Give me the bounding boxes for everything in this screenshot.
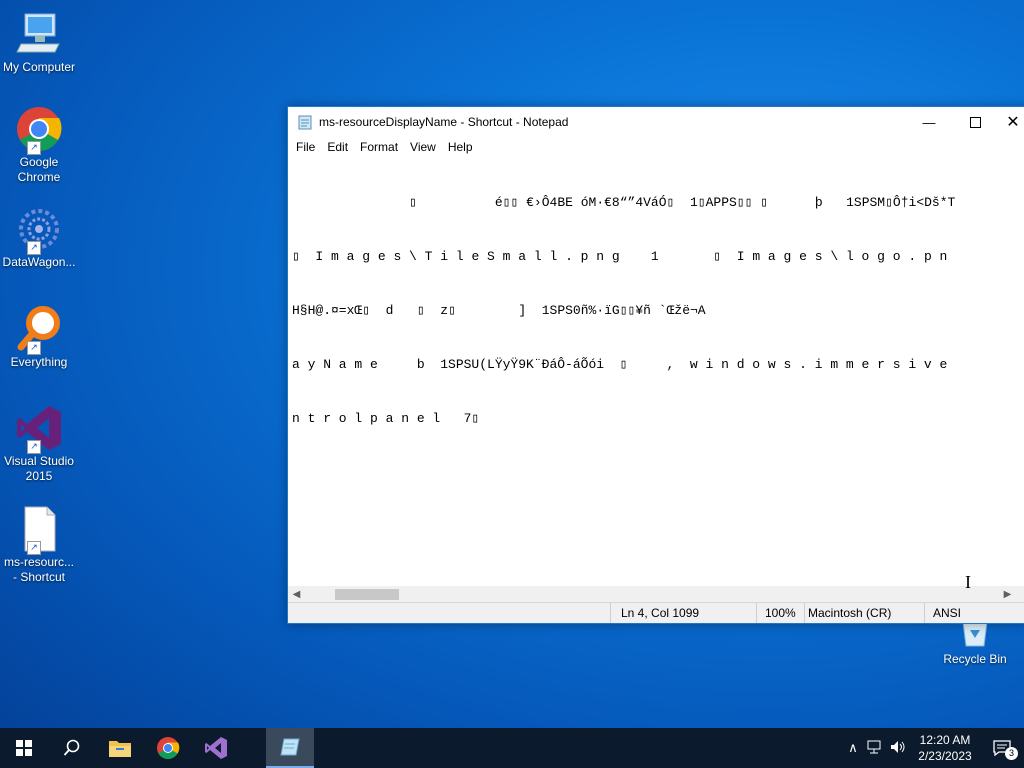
datawagon-icon: ↗ — [15, 205, 63, 255]
window-title: ms-resourceDisplayName - Shortcut - Note… — [319, 115, 569, 129]
scroll-left-icon[interactable]: ◀ — [288, 589, 305, 600]
chrome-icon — [157, 737, 180, 759]
action-center-button[interactable]: 3 — [980, 728, 1024, 768]
clock-date: 2/23/2023 — [918, 749, 972, 763]
shortcut-arrow-icon: ↗ — [27, 141, 41, 155]
desktop-icon-datawagon[interactable]: ↗ DataWagon... — [2, 205, 76, 270]
search-icon — [63, 739, 80, 756]
editor-line: ▯ I m a g e s \ T i l e S m a l l . p n … — [292, 249, 948, 264]
desktop-icon-visual-studio[interactable]: ↗ Visual Studio 2015 — [2, 404, 76, 484]
scroll-thumb[interactable] — [335, 589, 399, 600]
desktop-icon-ms-resource-shortcut[interactable]: ↗ ms-resourc... - Shortcut — [2, 505, 76, 585]
shortcut-arrow-icon: ↗ — [27, 241, 41, 255]
file-shortcut-icon: ↗ — [15, 505, 63, 555]
taskbar-chrome[interactable] — [144, 728, 192, 768]
status-zoom: 100% — [756, 603, 804, 623]
visual-studio-icon — [205, 737, 227, 759]
shortcut-arrow-icon: ↗ — [27, 440, 41, 454]
taskbar: ∧ 12:20 AM 2/23/2023 3 — [0, 728, 1024, 768]
mouse-ibeam-cursor: I — [965, 572, 971, 592]
text-editor[interactable]: ▯ é▯▯ €›Ô4BE óM·€8“”4VáÓ▯ 1▯APPS▯▯ ▯ þ 1… — [288, 157, 1024, 585]
desktop-icon-recycle-bin[interactable]: Recycle Bin — [940, 621, 1010, 666]
desktop-icon-everything[interactable]: ↗ Everything — [2, 305, 76, 370]
menu-view[interactable]: View — [404, 140, 442, 154]
shortcut-arrow-icon: ↗ — [27, 541, 41, 555]
taskbar-notepad[interactable] — [266, 728, 314, 768]
status-encoding: ANSI — [924, 603, 1024, 623]
editor-line: ▯ é▯▯ €›Ô4BE óM·€8“”4VáÓ▯ 1▯APPS▯▯ ▯ þ 1… — [292, 195, 956, 210]
maximize-button[interactable] — [952, 107, 998, 137]
everything-search-icon: ↗ — [15, 305, 63, 355]
clock-time: 12:20 AM — [919, 733, 971, 747]
network-icon[interactable] — [864, 740, 886, 757]
search-button[interactable] — [48, 728, 96, 768]
notepad-icon — [280, 738, 300, 756]
windows-logo-icon — [16, 740, 32, 756]
computer-icon — [15, 10, 63, 58]
menu-help[interactable]: Help — [442, 140, 479, 154]
title-bar[interactable]: ms-resourceDisplayName - Shortcut - Note… — [288, 107, 1024, 137]
desktop-icon-label: Everything — [10, 355, 68, 369]
maximize-icon — [969, 116, 981, 128]
status-line-ending: Macintosh (CR) — [804, 603, 924, 623]
desktop-icon-label: Visual Studio 2015 — [4, 454, 74, 483]
desktop-icon-label: DataWagon... — [2, 255, 76, 269]
desktop-icon-my-computer[interactable]: My Computer — [2, 10, 76, 75]
menu-format[interactable]: Format — [354, 140, 404, 154]
close-icon: ✕ — [1006, 114, 1020, 131]
shortcut-arrow-icon: ↗ — [27, 341, 41, 355]
visual-studio-icon: ↗ — [15, 404, 63, 454]
scroll-track[interactable] — [305, 586, 999, 603]
menu-bar: File Edit Format View Help — [288, 137, 1024, 157]
volume-icon[interactable] — [886, 740, 910, 757]
notepad-icon — [297, 114, 313, 130]
notepad-window[interactable]: ms-resourceDisplayName - Shortcut - Note… — [287, 106, 1024, 624]
clock[interactable]: 12:20 AM 2/23/2023 — [910, 732, 980, 764]
status-bar: Ln 4, Col 1099 100% Macintosh (CR) ANSI — [288, 602, 1024, 623]
notification-count-badge: 3 — [1005, 747, 1018, 760]
taskbar-visual-studio[interactable] — [192, 728, 240, 768]
status-position: Ln 4, Col 1099 — [610, 603, 756, 623]
minimize-icon: — — [922, 114, 936, 130]
start-button[interactable] — [0, 728, 48, 768]
chrome-icon: ↗ — [15, 105, 63, 155]
minimize-button[interactable]: — — [906, 107, 952, 137]
desktop-icon-label: My Computer — [2, 60, 76, 74]
recycle-bin-label: Recycle Bin — [943, 652, 1007, 666]
scroll-right-icon[interactable]: ▶ — [999, 589, 1016, 600]
desktop-icon-google-chrome[interactable]: ↗ Google Chrome — [2, 105, 76, 185]
menu-file[interactable]: File — [290, 140, 321, 154]
chevron-up-icon[interactable]: ∧ — [842, 740, 864, 756]
desktop-icon-label: Google Chrome — [17, 155, 61, 184]
editor-line: n t r o l p a n e l 7▯ — [292, 411, 480, 426]
recycle-bin-icon — [940, 621, 1010, 648]
taskbar-file-explorer[interactable] — [96, 728, 144, 768]
horizontal-scrollbar[interactable]: ◀ ▶ — [288, 586, 1024, 603]
close-button[interactable]: ✕ — [998, 107, 1024, 137]
desktop-icon-label: ms-resourc... - Shortcut — [3, 555, 74, 584]
editor-line: H§H@.¤=xŒ▯ d ▯ z▯ ] 1SPS0ñ%·ïG▯▯¥ñ `Œžë¬… — [292, 303, 706, 318]
folder-icon — [109, 741, 131, 757]
editor-line: a y N a m e b 1SPSU(LŸyŸ9K¨ĐáÔ-áÕói ▯ , … — [292, 357, 948, 372]
system-tray: ∧ 12:20 AM 2/23/2023 3 — [842, 728, 1024, 768]
menu-edit[interactable]: Edit — [321, 140, 354, 154]
